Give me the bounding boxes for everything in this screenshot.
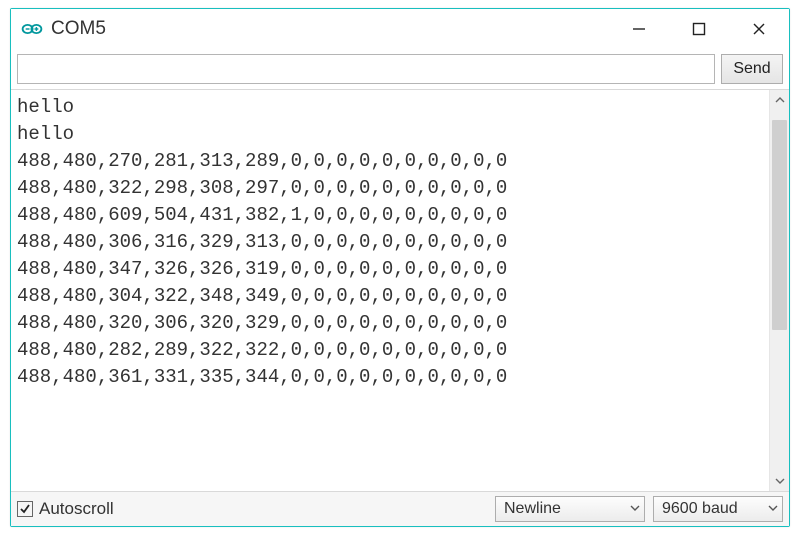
scroll-up-button[interactable] — [770, 90, 789, 110]
line-ending-value: Newline — [504, 500, 561, 518]
checkbox-icon — [17, 501, 33, 517]
arduino-icon — [21, 18, 43, 40]
autoscroll-label: Autoscroll — [39, 499, 114, 519]
send-button[interactable]: Send — [721, 54, 783, 84]
close-button[interactable] — [729, 9, 789, 49]
output-area: hello hello 488,480,270,281,313,289,0,0,… — [11, 90, 789, 492]
serial-output: hello hello 488,480,270,281,313,289,0,0,… — [11, 90, 769, 491]
vertical-scrollbar[interactable] — [769, 90, 789, 491]
title-bar: COM5 — [11, 9, 789, 49]
send-row: Send — [11, 49, 789, 90]
baud-rate-select[interactable]: 9600 baud — [653, 496, 783, 522]
scroll-track[interactable] — [770, 110, 789, 471]
serial-monitor-window: COM5 Send hello hello 488,480,270,281,31… — [10, 8, 790, 527]
scroll-thumb[interactable] — [772, 120, 787, 330]
autoscroll-checkbox[interactable]: Autoscroll — [17, 499, 114, 519]
scroll-down-button[interactable] — [770, 471, 789, 491]
chevron-down-icon — [768, 500, 778, 518]
baud-rate-value: 9600 baud — [662, 500, 738, 518]
minimize-button[interactable] — [609, 9, 669, 49]
chevron-down-icon — [630, 500, 640, 518]
window-title: COM5 — [51, 18, 106, 40]
bottom-bar: Autoscroll Newline 9600 baud — [11, 492, 789, 526]
line-ending-select[interactable]: Newline — [495, 496, 645, 522]
maximize-button[interactable] — [669, 9, 729, 49]
serial-input[interactable] — [17, 54, 715, 84]
